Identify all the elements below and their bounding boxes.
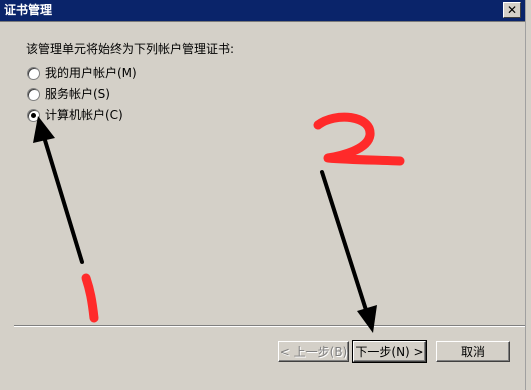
annotation-arrow-1	[33, 116, 84, 264]
annotation-arrow-2	[320, 170, 377, 333]
annotation-overlay	[33, 112, 405, 333]
annotation-mark-1	[81, 273, 99, 323]
annotation-mark-2	[313, 112, 405, 166]
